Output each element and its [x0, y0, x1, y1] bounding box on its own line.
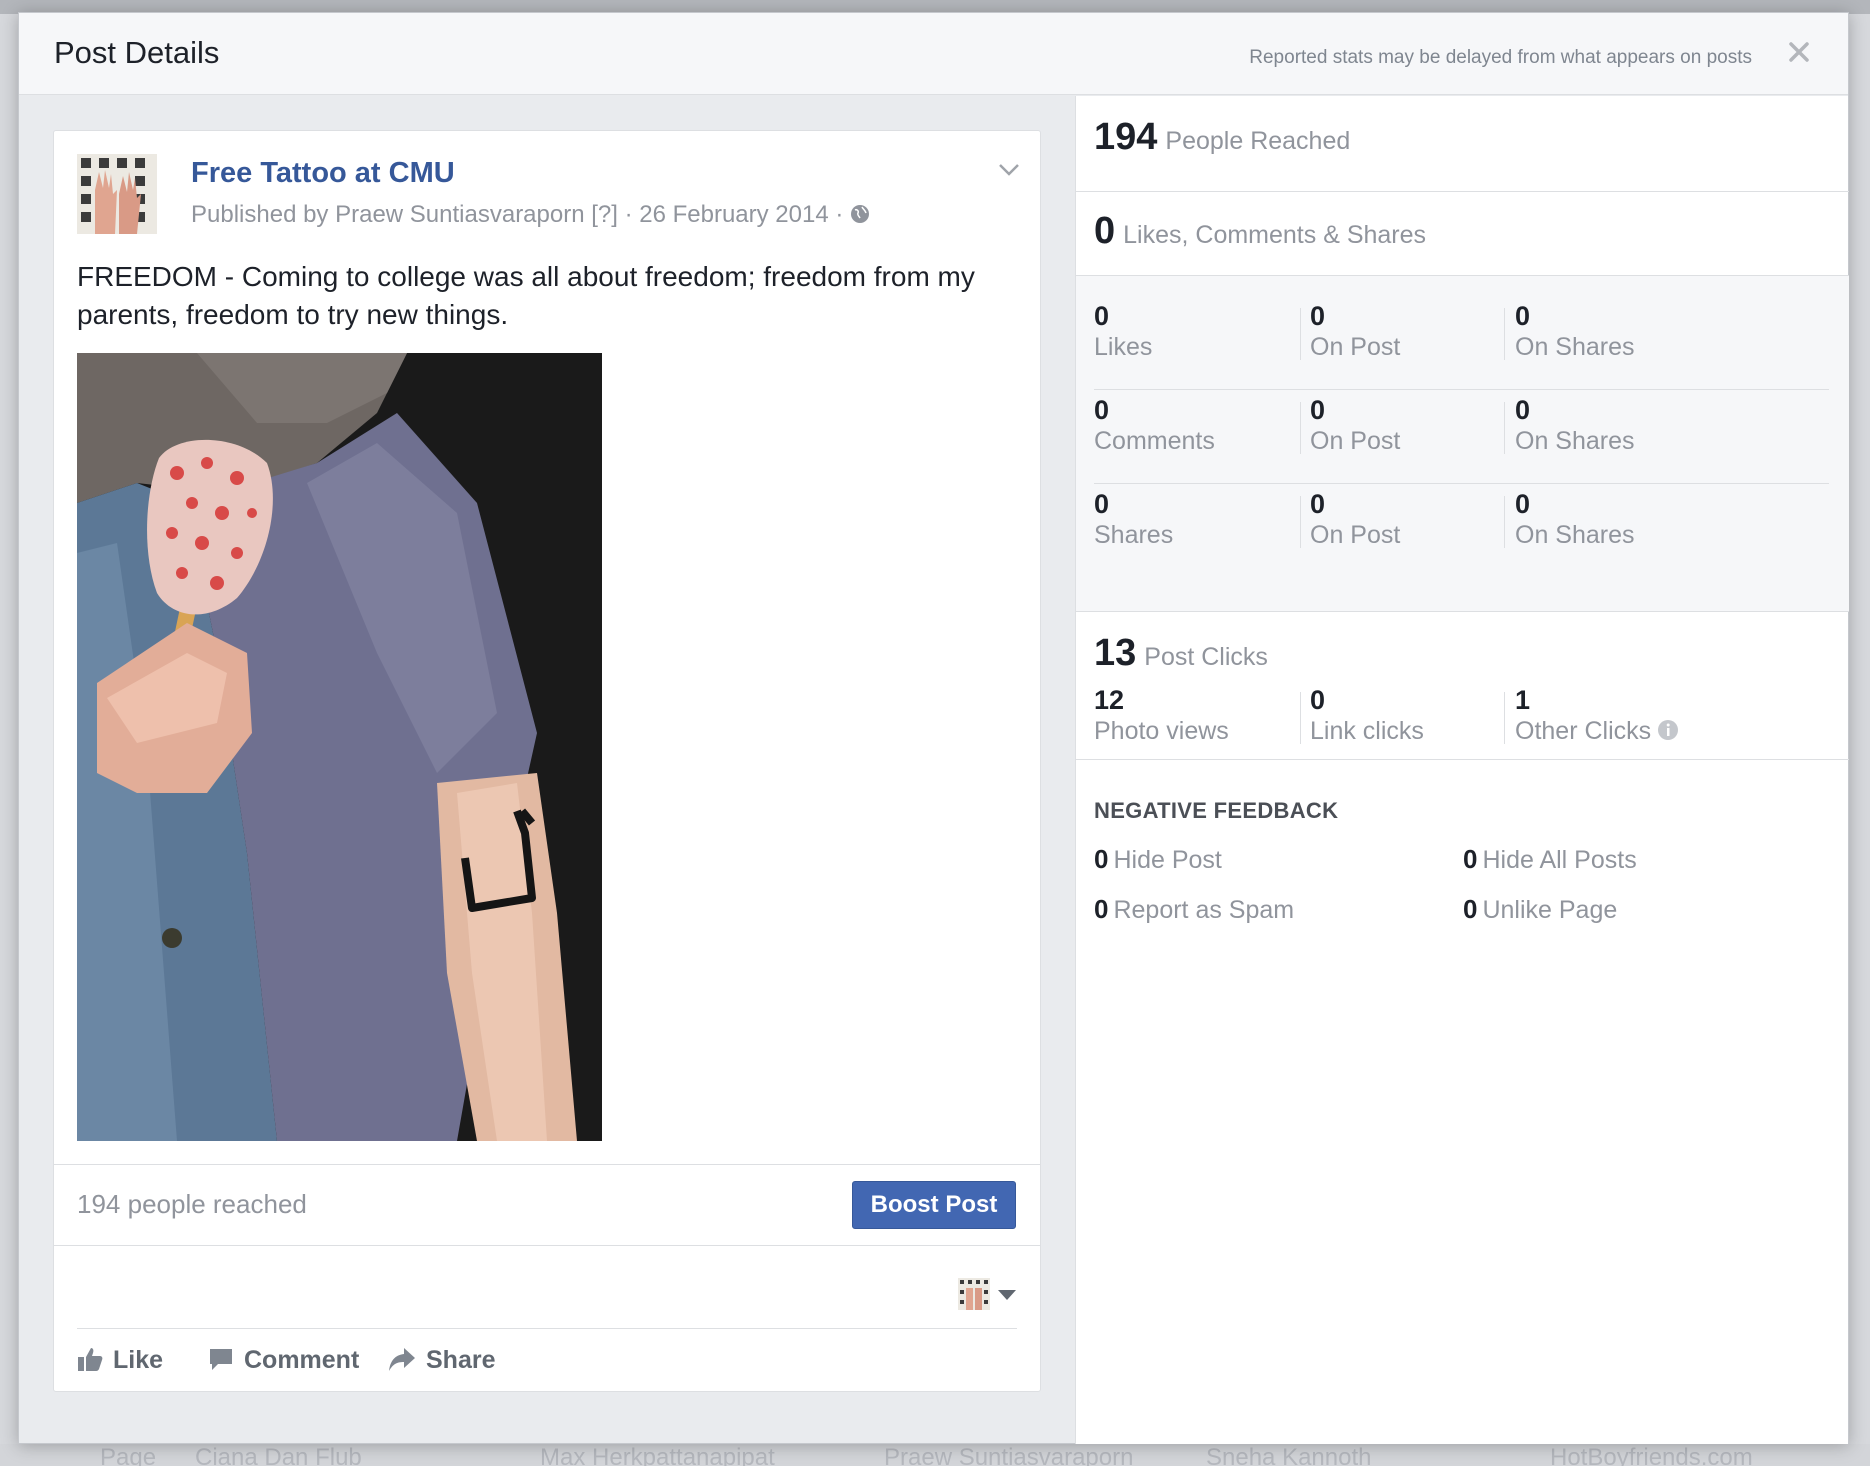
- action-divider: [77, 1328, 1017, 1329]
- background-text: Max Herkpattanapipat: [540, 1444, 775, 1466]
- engagement-breakdown: 0 Likes 0 On Post 0 On Shares 0 Comments 0 On…: [1076, 276, 1849, 612]
- reach-row: 194 people reached Boost Post: [54, 1164, 1040, 1246]
- caret-down-icon: [998, 1290, 1016, 1300]
- background-text: Praew Suntiasvaraporn: [884, 1444, 1134, 1466]
- people-reached-value: 194: [1094, 116, 1158, 158]
- comments-total: 0 Comments: [1094, 395, 1215, 455]
- page-avatar[interactable]: [77, 154, 157, 234]
- background-page-right: [1849, 14, 1870, 1444]
- background-page-bottom: Page Ciana Dan Flub Max Herkpattanapipat…: [0, 1444, 1870, 1466]
- background-text: Sneha Kannoth: [1206, 1444, 1372, 1466]
- likes-on-shares: 0 On Shares: [1515, 301, 1635, 361]
- delay-note: Reported stats may be delayed from what …: [1249, 47, 1752, 68]
- hide-all-posts-stat: 0 Hide All Posts: [1463, 844, 1637, 874]
- comment-icon: [210, 1349, 232, 1370]
- people-reached-stat: 194 People Reached: [1076, 96, 1849, 192]
- post-card: Free Tattoo at CMU Published by Praew Su…: [53, 130, 1041, 1392]
- background-text: HotBoyfriends.com: [1550, 1444, 1753, 1466]
- page-name-link[interactable]: Free Tattoo at CMU: [191, 157, 455, 190]
- background-page-left: [0, 14, 18, 1444]
- engagement-value: 0: [1094, 210, 1116, 252]
- globe-icon: [851, 205, 870, 223]
- post-meta: Published by Praew Suntiasvaraporn [?] ·…: [191, 201, 870, 229]
- shares-on-post: 0 On Post: [1310, 489, 1401, 549]
- comment-label: Comment: [244, 1346, 360, 1374]
- link-clicks: 0 Link clicks: [1310, 685, 1424, 745]
- engagement-stat: 0 Likes, Comments & Shares: [1076, 192, 1849, 276]
- share-icon: [389, 1348, 415, 1371]
- background-text: Page: [100, 1444, 157, 1466]
- comment-button[interactable]: Comment: [208, 1346, 359, 1380]
- post-text: FREEDOM - Coming to college was all abou…: [77, 261, 975, 330]
- dialog-title: Post Details: [54, 35, 220, 70]
- chevron-down-icon[interactable]: [998, 163, 1020, 177]
- close-icon[interactable]: [1784, 37, 1814, 67]
- actor-selector[interactable]: [958, 1278, 1016, 1310]
- share-label: Share: [426, 1346, 496, 1374]
- post-details-dialog: Post Details Reported stats may be delay…: [18, 12, 1849, 1444]
- hide-post-stat: 0 Hide Post: [1094, 844, 1222, 874]
- post-meta-text: Published by Praew Suntiasvaraporn [?] ·…: [191, 201, 844, 228]
- dialog-header: Post Details Reported stats may be delay…: [19, 13, 1848, 95]
- photo-views: 12 Photo views: [1094, 685, 1229, 745]
- like-label: Like: [113, 1346, 164, 1374]
- like-button[interactable]: Like: [77, 1346, 163, 1380]
- shares-total: 0 Shares: [1094, 489, 1174, 549]
- people-reached-label: People Reached: [1165, 127, 1351, 155]
- people-reached-text: 194 people reached: [77, 1189, 307, 1219]
- post-photo[interactable]: [77, 353, 602, 1141]
- likes-on-post: 0 On Post: [1310, 301, 1401, 361]
- shares-on-shares: 0 On Shares: [1515, 489, 1635, 549]
- comments-on-post: 0 On Post: [1310, 395, 1401, 455]
- engagement-label: Likes, Comments & Shares: [1123, 221, 1427, 249]
- actor-avatar: [958, 1278, 990, 1310]
- report-spam-stat: 0 Report as Spam: [1094, 894, 1295, 924]
- post-clicks-stat: 13 Post Clicks 12 Photo views 0 Link clicks…: [1076, 612, 1849, 760]
- boost-post-button[interactable]: Boost Post: [852, 1181, 1016, 1229]
- stats-panel: 194 People Reached 0 Likes, Comments & Sha…: [1075, 96, 1849, 1444]
- thumbs-up-icon: [78, 1348, 103, 1371]
- post-clicks-label: Post Clicks: [1144, 643, 1268, 671]
- other-clicks: 1 Other Clicks: [1515, 684, 1755, 746]
- comments-on-shares: 0 On Shares: [1515, 395, 1635, 455]
- info-icon[interactable]: [1657, 719, 1679, 741]
- likes-total: 0 Likes: [1094, 301, 1153, 361]
- unlike-page-stat: 0 Unlike Page: [1463, 894, 1618, 924]
- negative-feedback-title: NEGATIVE FEEDBACK: [1094, 798, 1339, 823]
- post-clicks-value: 13: [1094, 632, 1137, 674]
- share-button[interactable]: Share: [388, 1346, 495, 1380]
- background-text: Ciana Dan Flub: [195, 1444, 362, 1466]
